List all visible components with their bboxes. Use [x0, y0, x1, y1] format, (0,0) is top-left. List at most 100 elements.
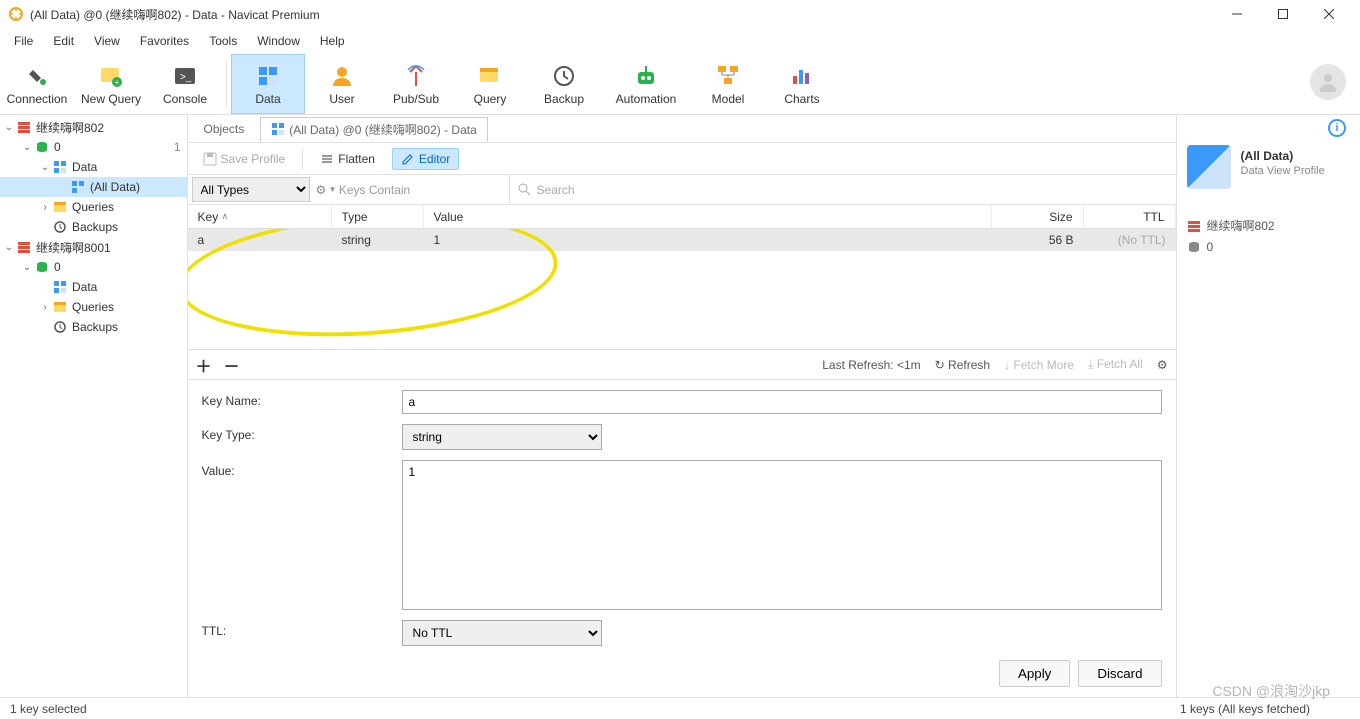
- menu-window[interactable]: Window: [249, 32, 308, 50]
- app-icon: [8, 6, 24, 22]
- filterbar: All Types ⚙▾ Keys Contain Search: [188, 175, 1176, 205]
- settings-icon[interactable]: ⚙: [1157, 358, 1168, 372]
- keyname-input[interactable]: [402, 390, 1162, 414]
- db-green-icon: [34, 139, 50, 155]
- tree-item[interactable]: ⌄继续嗨啊802: [0, 117, 187, 137]
- toolbar: Connection + New Query >_ Console Data U…: [0, 54, 1360, 114]
- keytype-label: Key Type:: [202, 424, 392, 442]
- flatten-button[interactable]: Flatten: [311, 148, 384, 170]
- toolbar-console[interactable]: >_ Console: [148, 54, 222, 114]
- type-filter[interactable]: All Types: [192, 177, 310, 202]
- toolbar-query[interactable]: Query: [453, 54, 527, 114]
- ttl-label: TTL:: [202, 620, 392, 638]
- subbar: Save Profile Flatten Editor: [188, 143, 1176, 175]
- tree-item[interactable]: Backups: [0, 217, 187, 237]
- tab-objects[interactable]: Objects: [194, 119, 255, 139]
- toolbar-user[interactable]: User: [305, 54, 379, 114]
- db-green-icon: [34, 259, 50, 275]
- status-left: 1 key selected: [10, 702, 87, 716]
- tree-item[interactable]: ⌄0: [0, 257, 187, 277]
- redis-icon: [16, 119, 32, 135]
- list-footer: ＋ － Last Refresh: <1m ↻ Refresh ↓ Fetch …: [188, 349, 1176, 379]
- tree-item[interactable]: ⌄Data: [0, 157, 187, 177]
- tree-item[interactable]: ⌄01: [0, 137, 187, 157]
- keys-contain-field[interactable]: ⚙▾ Keys Contain: [310, 175, 510, 204]
- menu-tools[interactable]: Tools: [201, 32, 245, 50]
- menubar: File Edit View Favorites Tools Window He…: [0, 28, 1360, 54]
- menu-file[interactable]: File: [6, 32, 41, 50]
- col-type[interactable]: Type: [332, 205, 424, 228]
- search-field[interactable]: Search: [510, 175, 1176, 204]
- tree-item[interactable]: (All Data): [0, 177, 187, 197]
- keyname-label: Key Name:: [202, 390, 392, 408]
- editor-icon: [401, 152, 415, 166]
- toolbar-connection[interactable]: Connection: [0, 54, 74, 114]
- titlebar: (All Data) @0 (继续嗨啊802) - Data - Navicat…: [0, 0, 1360, 28]
- apply-button[interactable]: Apply: [999, 660, 1070, 687]
- redis-icon: [16, 239, 32, 255]
- ttl-select[interactable]: No TTL: [402, 620, 602, 646]
- toolbar-pubsub[interactable]: Pub/Sub: [379, 54, 453, 114]
- gear-icon: ⚙: [316, 183, 327, 197]
- tree-item[interactable]: ⌄继续嗨啊8001: [0, 237, 187, 257]
- backup-icon: [52, 319, 68, 335]
- maximize-button[interactable]: [1260, 0, 1306, 28]
- col-ttl[interactable]: TTL: [1084, 205, 1176, 228]
- toolbar-model[interactable]: Model: [691, 54, 765, 114]
- robot-icon: [632, 62, 660, 90]
- toolbar-backup[interactable]: Backup: [527, 54, 601, 114]
- col-key[interactable]: Key ∧: [188, 205, 332, 228]
- query-icon: [476, 62, 504, 90]
- model-icon: [714, 62, 742, 90]
- menu-favorites[interactable]: Favorites: [132, 32, 197, 50]
- table-row[interactable]: a string 1 56 B (No TTL): [188, 229, 1176, 251]
- tree-item[interactable]: ›Queries: [0, 197, 187, 217]
- data-icon: [70, 179, 86, 195]
- col-size[interactable]: Size: [992, 205, 1084, 228]
- sidebar[interactable]: ⌄继续嗨啊802⌄01⌄Data(All Data)›QueriesBackup…: [0, 115, 188, 697]
- console-icon: >_: [171, 62, 199, 90]
- editor-button[interactable]: Editor: [392, 148, 459, 170]
- close-button[interactable]: [1306, 0, 1352, 28]
- value-textarea[interactable]: 1: [402, 460, 1162, 610]
- redis-icon: [1187, 219, 1201, 233]
- toolbar-data[interactable]: Data: [231, 54, 305, 114]
- charts-icon: [788, 62, 816, 90]
- table-header: Key ∧ Type Value Size TTL: [188, 205, 1176, 229]
- database-icon: [1187, 240, 1201, 254]
- menu-help[interactable]: Help: [312, 32, 353, 50]
- col-value[interactable]: Value: [424, 205, 992, 228]
- main-panel: Objects (All Data) @0 (继续嗨啊802) - Data S…: [188, 115, 1177, 697]
- plug-icon: [23, 62, 51, 90]
- antenna-icon: [402, 62, 430, 90]
- data-icon: [52, 279, 68, 295]
- user-icon: [328, 62, 356, 90]
- tree-item[interactable]: ›Queries: [0, 297, 187, 317]
- toolbar-newquery[interactable]: + New Query: [74, 54, 148, 114]
- toolbar-separator: [226, 62, 227, 106]
- data-area: a string 1 56 B (No TTL): [188, 229, 1176, 349]
- window-title: (All Data) @0 (继续嗨啊802) - Data - Navicat…: [30, 6, 1214, 23]
- toolbar-charts[interactable]: Charts: [765, 54, 839, 114]
- remove-button[interactable]: －: [224, 353, 240, 377]
- keytype-select[interactable]: string: [402, 424, 602, 450]
- avatar[interactable]: [1310, 64, 1346, 100]
- info-icon[interactable]: i: [1328, 119, 1346, 137]
- info-panel: i (All Data) Data View Profile 继续嗨啊802 0: [1177, 115, 1360, 697]
- discard-button[interactable]: Discard: [1078, 660, 1161, 687]
- tab-data[interactable]: (All Data) @0 (继续嗨啊802) - Data: [260, 117, 488, 142]
- query-icon: [52, 299, 68, 315]
- last-refresh: Last Refresh: <1m: [822, 358, 920, 372]
- flatten-icon: [320, 152, 334, 166]
- search-icon: [518, 183, 531, 196]
- tabbar: Objects (All Data) @0 (继续嗨啊802) - Data: [188, 115, 1176, 143]
- query-icon: [52, 199, 68, 215]
- menu-edit[interactable]: Edit: [45, 32, 82, 50]
- refresh-button[interactable]: ↻ Refresh: [935, 358, 990, 372]
- minimize-button[interactable]: [1214, 0, 1260, 28]
- tree-item[interactable]: Data: [0, 277, 187, 297]
- menu-view[interactable]: View: [86, 32, 128, 50]
- add-button[interactable]: ＋: [196, 353, 212, 377]
- toolbar-automation[interactable]: Automation: [601, 54, 691, 114]
- tree-item[interactable]: Backups: [0, 317, 187, 337]
